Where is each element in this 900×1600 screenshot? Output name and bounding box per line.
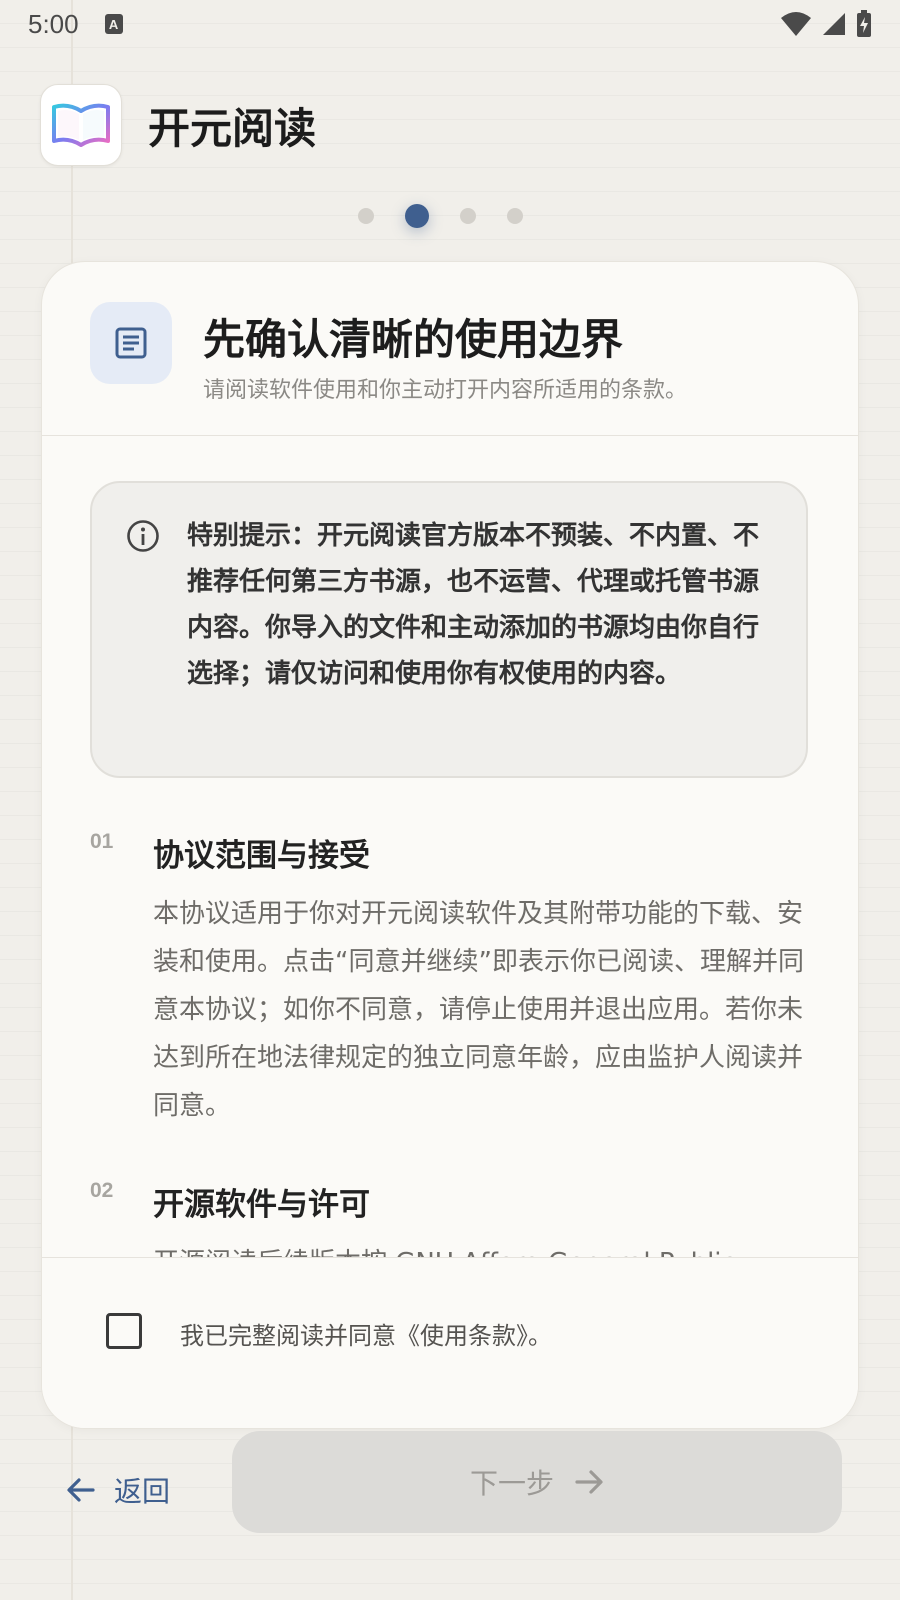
- pager-dot-2-active: [405, 204, 429, 228]
- section-number: 01: [90, 830, 114, 853]
- app-logo: [40, 84, 122, 166]
- pager-dot-3: [460, 208, 476, 224]
- pager-dot-1: [358, 208, 374, 224]
- next-label: 下一步: [469, 1467, 554, 1500]
- pager-dot-4: [507, 208, 523, 224]
- document-list-icon: [115, 327, 147, 359]
- info-icon: [127, 520, 159, 552]
- section-number: 02: [90, 1179, 114, 1202]
- notice-box: 特别提示：开元阅读官方版本不预装、不内置、不推荐任何第三方书源，也不运营、代理或…: [90, 481, 808, 778]
- agreement-footer: 我已完整阅读并同意《使用条款》。: [42, 1257, 858, 1428]
- arrow-right-icon: [575, 1470, 603, 1494]
- section-body: 本协议适用于你对开元阅读软件及其附带功能的下载、安装和使用。点击“同意并继续”即…: [153, 899, 804, 1121]
- app-header: 开元阅读: [40, 84, 316, 166]
- notice-text: 特别提示：开元阅读官方版本不预装、不内置、不推荐任何第三方书源，也不运营、代理或…: [187, 521, 760, 689]
- status-bar: 5:00 A: [0, 0, 900, 48]
- section-title: 协议范围与接受: [153, 838, 370, 874]
- wifi-icon: [781, 12, 811, 36]
- open-book-icon: [52, 103, 110, 147]
- app-title: 开元阅读: [148, 103, 317, 153]
- arrow-left-icon: [67, 1478, 95, 1502]
- card-icon-box: [90, 302, 172, 384]
- card-subtitle: 请阅读软件使用和你主动打开内容所适用的条款。: [203, 378, 688, 403]
- back-label: 返回: [114, 1475, 171, 1508]
- notification-icon: A: [104, 14, 123, 34]
- back-button[interactable]: 返回: [66, 1464, 170, 1516]
- signal-icon: [823, 13, 845, 35]
- agree-label[interactable]: 我已完整阅读并同意《使用条款》。: [180, 1316, 552, 1351]
- section-title: 开源软件与许可: [153, 1187, 370, 1223]
- terms-card: 先确认清晰的使用边界 请阅读软件使用和你主动打开内容所适用的条款。 特别提示：开…: [41, 261, 859, 1429]
- next-button[interactable]: 下一步: [232, 1431, 842, 1533]
- card-title: 先确认清晰的使用边界: [203, 315, 624, 364]
- status-icons: [780, 10, 872, 38]
- status-time: 5:00: [28, 8, 79, 39]
- battery-charging-icon: [857, 10, 871, 37]
- agree-checkbox[interactable]: [106, 1313, 142, 1349]
- onboarding-pager: [0, 204, 900, 228]
- card-header: 先确认清晰的使用边界 请阅读软件使用和你主动打开内容所适用的条款。: [42, 262, 858, 436]
